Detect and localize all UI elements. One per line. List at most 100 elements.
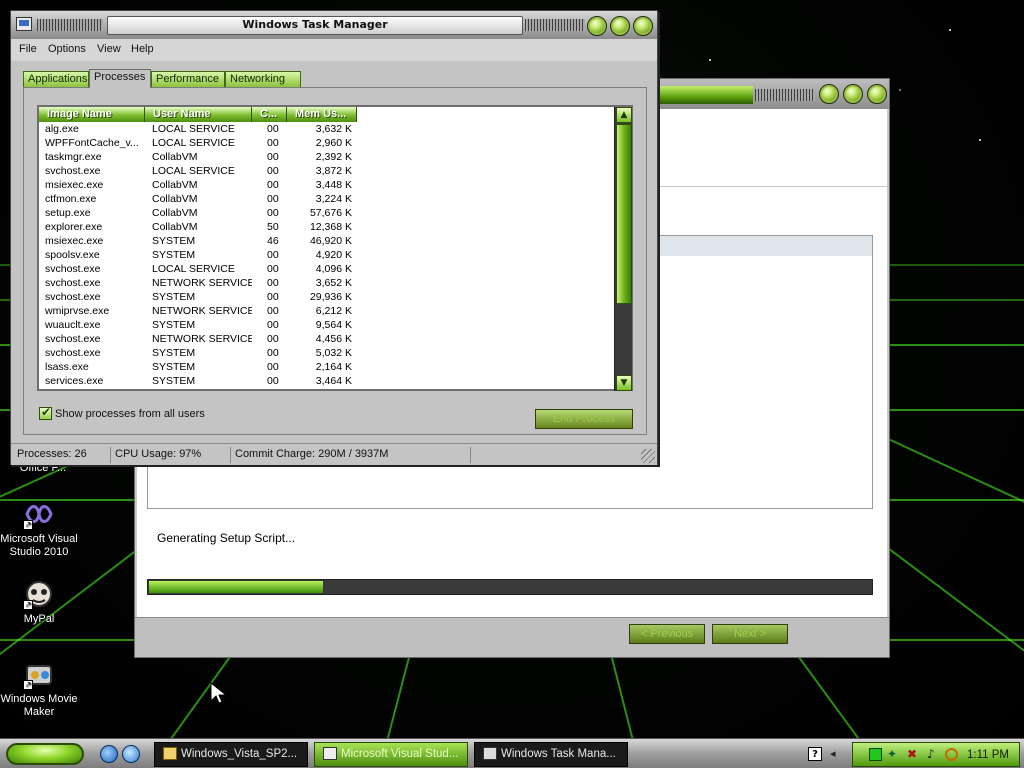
search-icon[interactable] bbox=[945, 748, 958, 761]
menu-view[interactable]: View bbox=[97, 43, 121, 55]
scroll-down-arrow-icon[interactable]: ▼ bbox=[616, 375, 632, 391]
column-user-name[interactable]: User Name bbox=[145, 107, 252, 122]
process-image-name: wuauclt.exe bbox=[45, 319, 101, 331]
process-row[interactable]: msiexec.exe SYSTEM 46 46,920 K bbox=[39, 234, 615, 248]
scroll-thumb[interactable] bbox=[616, 124, 632, 304]
maximize-button[interactable] bbox=[610, 16, 630, 36]
process-row[interactable]: svchost.exe NETWORK SERVICE 00 3,652 K bbox=[39, 276, 615, 290]
scroll-up-arrow-icon[interactable]: ▲ bbox=[616, 107, 632, 123]
system-tray: ✦ ✖ ♪ 1:11 PM bbox=[852, 742, 1020, 767]
process-cpu: 00 bbox=[267, 151, 279, 163]
process-cpu: 00 bbox=[267, 263, 279, 275]
next-button[interactable]: Next > bbox=[712, 624, 788, 644]
process-user-name: CollabVM bbox=[152, 221, 198, 233]
task-manager-title-bar[interactable]: Windows Task Manager bbox=[11, 11, 657, 39]
taskbar-button-vista-folder[interactable]: Windows_Vista_SP2... bbox=[154, 742, 308, 767]
process-row[interactable]: WPFFontCache_v... LOCAL SERVICE 00 2,960 K bbox=[39, 136, 615, 150]
process-cpu: 00 bbox=[267, 277, 279, 289]
browser-quicklaunch-icon[interactable] bbox=[122, 745, 140, 763]
taskbar-button-visual-studio[interactable]: Microsoft Visual Stud... bbox=[314, 742, 468, 767]
process-image-name: svchost.exe bbox=[45, 291, 101, 303]
checkbox-checked-icon[interactable] bbox=[39, 405, 52, 420]
process-mem-usage: 2,164 K bbox=[315, 361, 352, 373]
taskbar-button-task-manager[interactable]: Windows Task Mana... bbox=[474, 742, 628, 767]
process-cpu: 46 bbox=[267, 235, 279, 247]
column-mem-usage[interactable]: Mem Us... bbox=[287, 107, 357, 122]
menu-file[interactable]: File bbox=[19, 43, 37, 55]
process-mem-usage: 12,368 K bbox=[309, 221, 352, 233]
process-image-name: alg.exe bbox=[45, 123, 79, 135]
security-shield-icon[interactable]: ✦ bbox=[887, 748, 900, 761]
process-mem-usage: 9,564 K bbox=[315, 319, 352, 331]
process-cpu: 00 bbox=[267, 319, 279, 331]
progress-fill bbox=[149, 581, 323, 593]
close-button[interactable] bbox=[867, 84, 887, 104]
process-row[interactable]: setup.exe CollabVM 00 57,676 K bbox=[39, 206, 615, 220]
column-image-name[interactable]: Image Name bbox=[39, 107, 145, 122]
network-warning-icon[interactable]: ✖ bbox=[907, 748, 920, 761]
process-cpu: 00 bbox=[267, 361, 279, 373]
start-button[interactable] bbox=[6, 743, 84, 765]
process-cpu: 00 bbox=[267, 291, 279, 303]
process-image-name: svchost.exe bbox=[45, 333, 101, 345]
process-user-name: NETWORK SERVICE bbox=[152, 333, 252, 345]
shortcut-arrow-icon: ↗ bbox=[23, 680, 33, 690]
tab-networking[interactable]: Networking bbox=[225, 71, 301, 87]
show-all-users-checkbox[interactable]: Show processes from all users bbox=[39, 405, 205, 420]
resize-grip-icon[interactable] bbox=[641, 449, 655, 463]
process-mem-usage: 3,224 K bbox=[315, 193, 352, 205]
close-button[interactable] bbox=[633, 16, 653, 36]
minimize-button[interactable] bbox=[819, 84, 839, 104]
process-row[interactable]: wuauclt.exe SYSTEM 00 9,564 K bbox=[39, 318, 615, 332]
process-row[interactable]: svchost.exe SYSTEM 00 29,936 K bbox=[39, 290, 615, 304]
desktop-icon-mypal[interactable]: ↗ MyPal bbox=[0, 578, 82, 626]
process-row[interactable]: explorer.exe CollabVM 50 12,368 K bbox=[39, 220, 615, 234]
menu-options[interactable]: Options bbox=[48, 43, 86, 55]
process-row[interactable]: svchost.exe SYSTEM 00 5,032 K bbox=[39, 346, 615, 360]
process-mem-usage: 46,920 K bbox=[309, 235, 352, 247]
previous-button[interactable]: < Previous bbox=[629, 624, 705, 644]
process-row[interactable]: svchost.exe LOCAL SERVICE 00 3,872 K bbox=[39, 164, 615, 178]
process-user-name: LOCAL SERVICE bbox=[152, 263, 235, 275]
process-row[interactable]: alg.exe LOCAL SERVICE 00 3,632 K bbox=[39, 122, 615, 136]
process-row[interactable]: spoolsv.exe SYSTEM 00 4,920 K bbox=[39, 248, 615, 262]
desktop-icon-visual-studio[interactable]: ↗ Microsoft Visual Studio 2010 bbox=[0, 498, 82, 559]
process-row[interactable]: ctfmon.exe CollabVM 00 3,224 K bbox=[39, 192, 615, 206]
process-row[interactable]: lsass.exe SYSTEM 00 2,164 K bbox=[39, 360, 615, 374]
process-row[interactable]: svchost.exe NETWORK SERVICE 00 4,456 K bbox=[39, 332, 615, 346]
status-bar: Processes: 26 CPU Usage: 97% Commit Char… bbox=[11, 443, 657, 465]
window-title: Windows Task Manager bbox=[242, 18, 388, 31]
process-cpu: 00 bbox=[267, 193, 279, 205]
process-row[interactable]: svchost.exe LOCAL SERVICE 00 4,096 K bbox=[39, 262, 615, 276]
volume-icon[interactable]: ♪ bbox=[927, 748, 940, 761]
process-image-name: explorer.exe bbox=[45, 221, 103, 233]
tab-performance[interactable]: Performance bbox=[151, 71, 225, 87]
network-status-icon[interactable] bbox=[869, 748, 882, 761]
task-manager-window: Windows Task Manager File Options View H… bbox=[10, 10, 658, 465]
taskbar-clock[interactable]: 1:11 PM bbox=[967, 743, 1009, 767]
end-process-button[interactable]: End Process bbox=[535, 409, 633, 429]
process-row[interactable]: msiexec.exe CollabVM 00 3,448 K bbox=[39, 178, 615, 192]
column-cpu[interactable]: C... bbox=[252, 107, 287, 122]
process-row[interactable]: wmiprvse.exe NETWORK SERVICE 00 6,212 K bbox=[39, 304, 615, 318]
title-bar-vent bbox=[37, 19, 103, 31]
process-row[interactable]: services.exe SYSTEM 00 3,464 K bbox=[39, 374, 615, 388]
help-icon[interactable]: ? bbox=[808, 747, 822, 761]
desktop-icon-label: MyPal bbox=[23, 613, 55, 625]
vertical-scrollbar[interactable]: ▲ ▼ bbox=[614, 107, 632, 391]
tab-applications[interactable]: Applications bbox=[23, 71, 89, 87]
process-user-name: CollabVM bbox=[152, 193, 198, 205]
process-list[interactable]: Image Name User Name C... Mem Us... alg.… bbox=[37, 105, 633, 391]
internet-explorer-icon[interactable] bbox=[100, 745, 118, 763]
menu-help[interactable]: Help bbox=[131, 43, 154, 55]
process-mem-usage: 3,872 K bbox=[315, 165, 352, 177]
maximize-button[interactable] bbox=[843, 84, 863, 104]
tab-processes[interactable]: Processes bbox=[89, 69, 151, 88]
tray-chevron-icon[interactable]: ◂ bbox=[830, 747, 842, 761]
process-row[interactable]: taskmgr.exe CollabVM 00 2,392 K bbox=[39, 150, 615, 164]
desktop-icon-movie-maker[interactable]: ↗ Windows Movie Maker bbox=[0, 658, 82, 719]
setup-status-text: Generating Setup Script... bbox=[157, 531, 296, 545]
minimize-button[interactable] bbox=[587, 16, 607, 36]
process-user-name: SYSTEM bbox=[152, 235, 196, 247]
process-mem-usage: 3,632 K bbox=[315, 123, 352, 135]
